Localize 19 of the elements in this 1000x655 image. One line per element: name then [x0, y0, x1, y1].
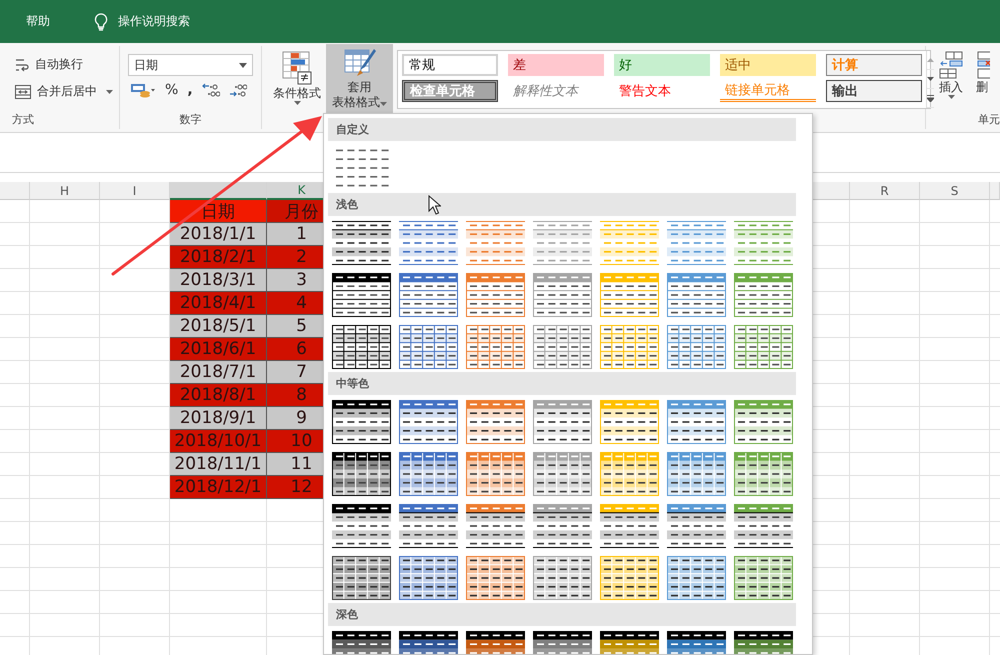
section-header: 自定义	[328, 118, 796, 141]
table-cell: 2018/9/1	[170, 407, 267, 430]
table-cell: 2018/3/1	[170, 269, 267, 292]
table-cell: 2018/5/1	[170, 315, 267, 338]
group-label: 数字	[178, 112, 202, 128]
table-cell: 2018/10/1	[170, 430, 267, 453]
section-header: 中等色	[328, 372, 796, 395]
table-cell: 2018/7/1	[170, 361, 267, 384]
table-cell: 2018/11/1	[170, 453, 267, 476]
section-header: 浅色	[328, 193, 796, 216]
group-label: 单元	[977, 112, 1000, 128]
table-cell: 2018/4/1	[170, 292, 267, 315]
table-cell: 2018/12/1	[170, 476, 267, 499]
table-cell: 2018/1/1	[170, 223, 267, 246]
section-header: 深色	[328, 603, 796, 626]
group-label: 方式	[12, 112, 35, 128]
table-cell: 2018/8/1	[170, 384, 267, 407]
table-cell: 2018/6/1	[170, 338, 267, 361]
table-cell: 2018/2/1	[170, 246, 267, 269]
